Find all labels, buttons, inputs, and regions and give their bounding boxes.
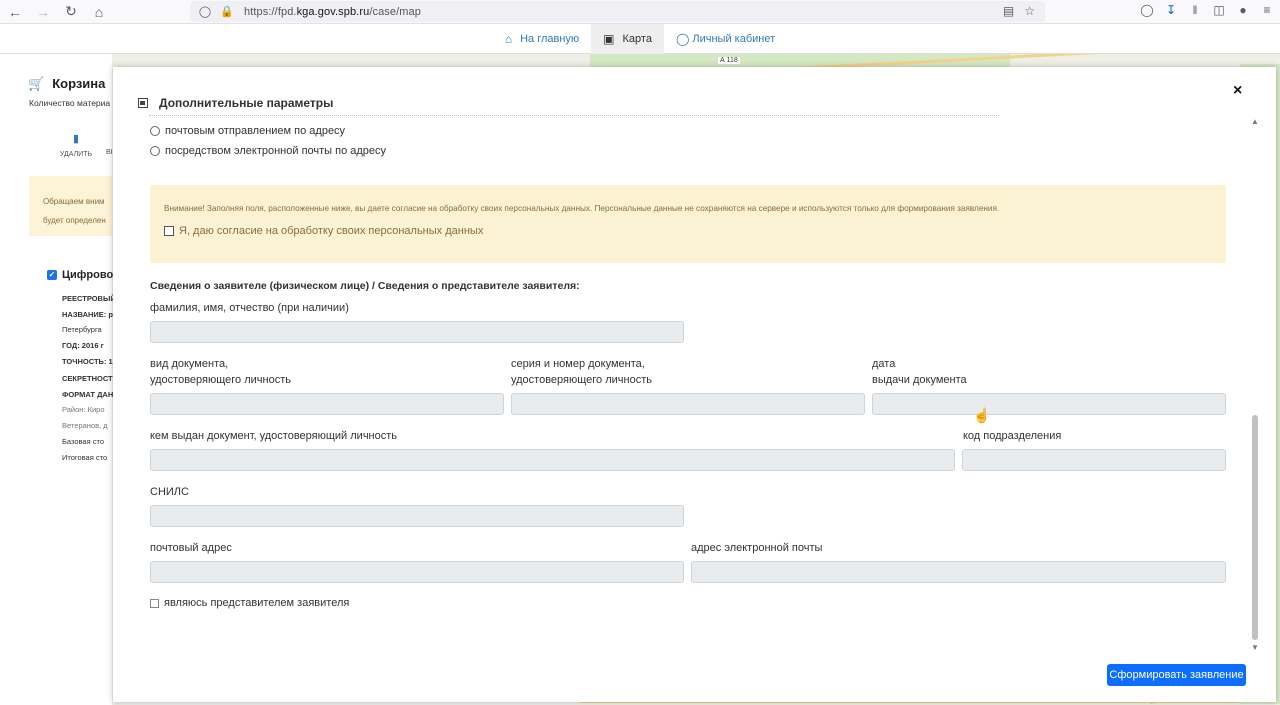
road-label: А 118 — [718, 57, 740, 64]
doc-type-input[interactable] — [150, 393, 504, 415]
representative-checkbox-row[interactable]: являюсь представителем заявителя — [150, 597, 349, 609]
item-prop: ГОД: 2016 г — [62, 341, 104, 350]
cart-sidebar: 🛒Корзина Количество материа ▮УДАЛИТЬ ВЫ … — [0, 54, 130, 705]
item-prop: СЕКРЕТНОСТЬ — [62, 374, 119, 383]
url-text: https://fpd.kga.gov.spb.ru/case/map — [244, 5, 421, 18]
snils-input[interactable] — [150, 505, 684, 527]
doc-date-input[interactable] — [872, 393, 1226, 415]
back-icon[interactable]: ← — [2, 2, 28, 22]
dept-code-input[interactable] — [962, 449, 1226, 471]
forward-icon[interactable]: → — [30, 2, 56, 22]
menu-icon[interactable]: ≡ — [1260, 3, 1274, 17]
doc-number-label: серия и номер документа, удостоверяющего … — [511, 358, 652, 386]
cart-title: 🛒 Корзина — [28, 76, 106, 91]
nav-home[interactable]: ⌂ На главную — [493, 24, 591, 54]
item-prop: Итоговая сто — [62, 453, 108, 462]
consent-label: Я, даю согласие на обработку своих персо… — [179, 225, 484, 237]
postal-address-label: почтовый адрес — [150, 542, 232, 554]
reload-icon[interactable]: ↻ — [58, 2, 84, 22]
item-prop: Базовая сто — [62, 437, 105, 446]
applicant-section-title: Сведения о заявителе (физическом лице) /… — [150, 280, 580, 292]
additional-params-modal: Дополнительные параметры × почтовым отпр… — [113, 67, 1276, 702]
clipped-text-line — [149, 115, 999, 119]
fio-input[interactable] — [150, 321, 684, 343]
dept-code-label: код подразделения — [963, 430, 1062, 442]
generate-application-button[interactable]: Сформировать заявление — [1107, 664, 1246, 686]
top-navigation: ⌂ На главную ▣ Карта ◯ Личный кабинет — [0, 23, 1280, 54]
radio-postal[interactable]: почтовым отправлением по адресу — [150, 125, 345, 137]
consent-checkbox[interactable] — [164, 226, 174, 236]
item-prop: Петербурга — [62, 325, 102, 334]
sidebar-icon[interactable]: ◫ — [1212, 3, 1226, 17]
download-button-truncated[interactable]: ВЫ — [106, 149, 112, 156]
item-prop: Район: Киро — [62, 405, 105, 414]
trash-icon: ▮ — [72, 133, 80, 145]
modal-scrollbar[interactable]: ▲ ▼ — [1249, 115, 1261, 655]
account-icon[interactable]: ● — [1236, 3, 1250, 17]
issued-by-input[interactable] — [150, 449, 955, 471]
fio-label: фамилия, имя, отчество (при наличии) — [150, 302, 349, 314]
nav-map[interactable]: ▣ Карта — [591, 23, 664, 54]
cart-count-text: Количество материа — [29, 98, 111, 108]
delete-button[interactable]: ▮ УДАЛИТЬ — [55, 132, 97, 158]
nav-home-label: На главную — [520, 32, 580, 45]
browser-toolbar: ← → ↻ ⌂ ◯ 🔒 https://fpd.kga.gov.spb.ru/c… — [0, 0, 1280, 24]
radio-button[interactable] — [150, 126, 160, 136]
pocket-icon[interactable]: ◯ — [1140, 3, 1154, 17]
scroll-down-icon[interactable]: ▼ — [1251, 643, 1259, 652]
reader-view-icon[interactable]: ▤ — [1003, 4, 1014, 18]
consent-alert: Внимание! Заполняя поля, расположенные н… — [150, 185, 1226, 263]
cart-alert: Обращаем вним будет определен — [29, 176, 112, 236]
issued-by-label: кем выдан документ, удостоверяющий лично… — [150, 430, 398, 442]
radio-button[interactable] — [150, 146, 160, 156]
representative-checkbox[interactable] — [150, 598, 159, 608]
scroll-up-icon[interactable]: ▲ — [1251, 117, 1259, 126]
library-icon[interactable]: ‖ — [1188, 3, 1202, 17]
doc-number-input[interactable] — [511, 393, 865, 415]
nav-map-label: Карта — [622, 32, 652, 45]
representative-label: являюсь представителем заявителя — [164, 597, 350, 609]
alert-message: Внимание! Заполняя поля, расположенные н… — [164, 204, 1000, 213]
modal-body: почтовым отправлением по адресу посредст… — [113, 115, 1261, 655]
email-input[interactable] — [691, 561, 1226, 583]
shield-icon[interactable]: ◯ — [198, 5, 212, 18]
snils-label: СНИЛС — [150, 486, 189, 498]
item-prop: НАЗВАНИЕ: р — [62, 310, 113, 319]
item-prop: ТОЧНОСТЬ: 1 — [62, 357, 113, 366]
scrollbar-thumb[interactable] — [1252, 415, 1258, 640]
nav-cabinet-label: Личный кабинет — [692, 32, 776, 45]
postal-address-input[interactable] — [150, 561, 684, 583]
home-icon[interactable]: ⌂ — [86, 2, 112, 22]
email-label: адрес электронной почты — [691, 542, 823, 554]
cart-icon: 🛒 — [28, 76, 45, 91]
address-bar[interactable]: ◯ 🔒 https://fpd.kga.gov.spb.ru/case/map … — [190, 1, 1045, 22]
item-prop: Ветеранов, д — [62, 421, 108, 430]
close-icon[interactable]: × — [1233, 82, 1242, 100]
doc-type-label: вид документа, удостоверяющего личность — [150, 358, 291, 386]
home-icon: ⌂ — [504, 31, 513, 46]
modal-title: Дополнительные параметры — [138, 96, 333, 110]
consent-checkbox-row[interactable]: Я, даю согласие на обработку своих персо… — [164, 225, 483, 237]
calculator-icon — [138, 98, 148, 108]
map-icon: ▣ — [603, 31, 615, 46]
item-prop: ФОРМАТ ДАН — [62, 390, 114, 399]
item-prop: РЕЕСТРОВЫЙ — [62, 294, 116, 303]
bookmark-star-icon[interactable]: ☆ — [1024, 4, 1035, 18]
nav-cabinet[interactable]: ◯ Личный кабинет — [664, 24, 787, 54]
download-icon[interactable]: ↧ — [1164, 3, 1178, 17]
doc-date-label: дата выдачи документа — [872, 358, 967, 386]
radio-email[interactable]: посредством электронной почты по адресу — [150, 145, 386, 157]
mouse-cursor-icon: ☝ — [973, 407, 991, 423]
user-icon: ◯ — [675, 31, 690, 46]
checkbox-checked-icon: ✓ — [47, 270, 57, 280]
lock-icon[interactable]: 🔒 — [220, 5, 234, 18]
